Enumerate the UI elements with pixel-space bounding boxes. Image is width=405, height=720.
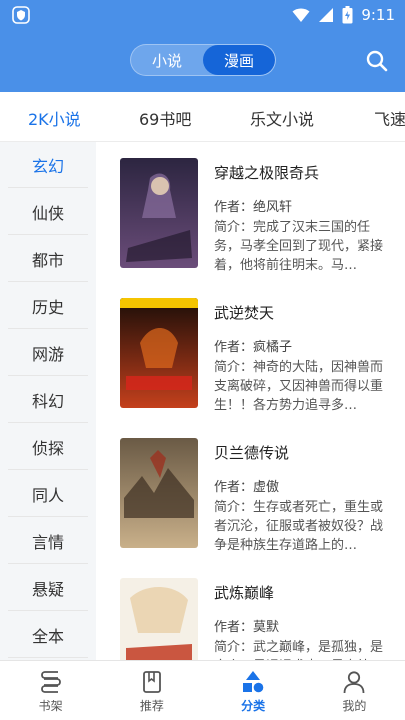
nav-label: 分类 bbox=[241, 699, 266, 713]
book-item[interactable]: 贝兰德传说 作者：虚傲 简介：生存或者死亡，重生或者沉沦，征服或者被奴役？战争是… bbox=[96, 422, 405, 562]
book-intro: 简介：生存或者死亡，重生或者沉沦，征服或者被奴役？战争是种族生存道路上的… bbox=[214, 500, 384, 553]
source-tab-69shuba[interactable]: 69书吧 bbox=[139, 106, 191, 130]
tab-comic[interactable]: 漫画 bbox=[203, 45, 275, 75]
category-item[interactable]: 全本 bbox=[8, 612, 88, 658]
category-item[interactable]: 网游 bbox=[8, 330, 88, 376]
nav-label: 我的 bbox=[342, 699, 367, 713]
source-tab-2k[interactable]: 2K小说 bbox=[28, 106, 81, 130]
category-item[interactable]: 科幻 bbox=[8, 377, 88, 423]
search-icon[interactable] bbox=[364, 48, 390, 74]
category-item[interactable]: 悬疑 bbox=[8, 565, 88, 611]
nav-category[interactable]: 分类 bbox=[203, 661, 304, 720]
nav-label: 书架 bbox=[38, 699, 63, 713]
book-author: 作者：疯橘子 bbox=[214, 340, 293, 355]
nav-recommend[interactable]: 推荐 bbox=[101, 661, 202, 720]
bottom-nav: 书架 推荐 分类 我的 bbox=[0, 660, 405, 720]
book-author: 作者：莫默 bbox=[214, 620, 280, 635]
recommend-icon bbox=[142, 671, 161, 693]
category-item[interactable]: 历史 bbox=[8, 283, 88, 329]
book-cover bbox=[120, 438, 198, 548]
nav-label: 推荐 bbox=[139, 699, 164, 713]
source-tab-lewen[interactable]: 乐文小说 bbox=[250, 106, 314, 130]
tab-novel[interactable]: 小说 bbox=[131, 45, 203, 75]
status-bar: 9:11 bbox=[0, 0, 405, 30]
book-intro: 简介：神奇的大陆，因神兽而支离破碎，又因神兽而得以重生！！各方势力追寻多… bbox=[214, 360, 384, 413]
category-icon bbox=[243, 671, 264, 693]
book-cover bbox=[120, 298, 198, 408]
source-tab-feisu[interactable]: 飞速 bbox=[374, 106, 405, 130]
wifi-icon bbox=[292, 8, 310, 22]
book-title: 穿越之极限奇兵 bbox=[214, 164, 320, 182]
book-title: 贝兰德传说 bbox=[214, 444, 290, 462]
category-item[interactable]: 言情 bbox=[8, 518, 88, 564]
shield-icon bbox=[12, 6, 30, 24]
book-cover bbox=[120, 158, 198, 268]
category-item[interactable]: 仙侠 bbox=[8, 189, 88, 235]
nav-profile[interactable]: 我的 bbox=[304, 661, 405, 720]
type-switch: 小说 漫画 bbox=[130, 44, 276, 76]
book-item[interactable]: 武逆焚天 作者：疯橘子 简介：神奇的大陆，因神兽而支离破碎，又因神兽而得以重生！… bbox=[96, 282, 405, 422]
book-author: 作者：虚傲 bbox=[214, 480, 280, 495]
category-item[interactable]: 侦探 bbox=[8, 424, 88, 470]
signal-icon bbox=[319, 8, 334, 22]
book-title: 武逆焚天 bbox=[214, 304, 275, 322]
book-item[interactable]: 武炼巅峰 作者：莫默 简介：武之巅峰，是孤独，是寂寞，是漫漫求索，是高处不胜寒… bbox=[96, 562, 405, 660]
category-item[interactable]: 都市 bbox=[8, 236, 88, 282]
bookshelf-icon bbox=[40, 671, 61, 693]
nav-bookshelf[interactable]: 书架 bbox=[0, 661, 101, 720]
category-item[interactable]: 玄幻 bbox=[8, 142, 88, 188]
app-header: 9:11 小说 漫画 bbox=[0, 0, 405, 92]
category-item[interactable]: 同人 bbox=[8, 471, 88, 517]
book-cover bbox=[120, 578, 198, 660]
source-tabs: 2K小说 69书吧 乐文小说 飞速 bbox=[0, 92, 405, 142]
book-list: 穿越之极限奇兵 作者：绝风轩 简介：完成了汉末三国的任务，马孝全回到了现代，紧接… bbox=[96, 142, 405, 660]
status-time: 9:11 bbox=[361, 6, 395, 24]
book-author: 作者：绝风轩 bbox=[214, 200, 293, 215]
book-intro: 简介：武之巅峰，是孤独，是寂寞，是漫漫求索，是高处不胜寒… bbox=[214, 640, 384, 660]
battery-icon bbox=[342, 6, 353, 24]
category-sidebar: 玄幻 仙侠 都市 历史 网游 科幻 侦探 同人 言情 悬疑 全本 bbox=[0, 142, 96, 660]
book-item[interactable]: 穿越之极限奇兵 作者：绝风轩 简介：完成了汉末三国的任务，马孝全回到了现代，紧接… bbox=[96, 142, 405, 282]
book-intro: 简介：完成了汉末三国的任务，马孝全回到了现代，紧接着，他将前往明末。马… bbox=[214, 220, 384, 273]
book-title: 武炼巅峰 bbox=[214, 584, 275, 602]
profile-icon bbox=[343, 671, 365, 694]
